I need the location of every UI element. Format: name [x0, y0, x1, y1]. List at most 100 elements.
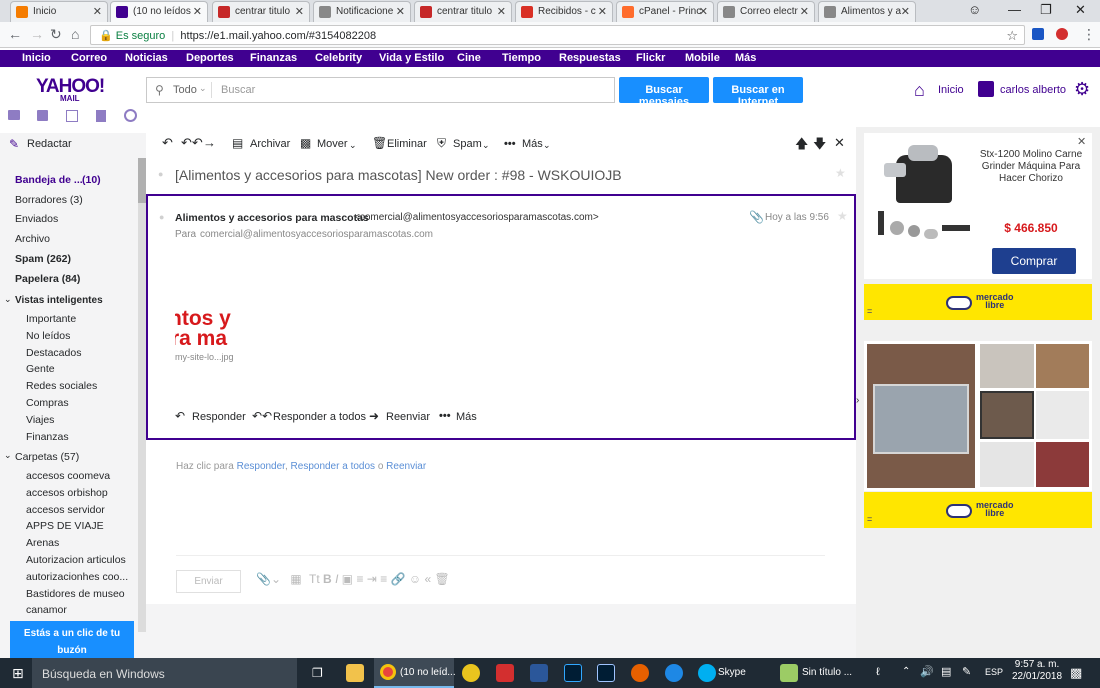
- yahoo-bar-link[interactable]: Cine: [457, 52, 481, 64]
- search-input[interactable]: Buscar: [221, 84, 255, 96]
- notifications-icon[interactable]: ▩: [1070, 665, 1082, 681]
- word-icon[interactable]: [530, 664, 548, 682]
- mail-icon[interactable]: [8, 110, 20, 120]
- folder-item[interactable]: Borradores (3): [15, 194, 83, 206]
- tab-close-icon[interactable]: ✕: [699, 5, 708, 18]
- tab-close-icon[interactable]: ✕: [598, 5, 607, 18]
- browser-tab[interactable]: Inicio ✕: [10, 1, 108, 22]
- home-link[interactable]: Inicio: [938, 84, 964, 96]
- delete-button[interactable]: Eliminar: [387, 138, 427, 150]
- user-name[interactable]: carlos alberto: [1000, 84, 1066, 96]
- move-button[interactable]: Mover: [317, 138, 348, 150]
- ad-product-title[interactable]: Stx-1200 Molino Carne Grinder Máquina Pa…: [976, 149, 1086, 185]
- lightroom-icon[interactable]: [597, 664, 615, 682]
- back-icon[interactable]: ←: [8, 26, 22, 42]
- smart-view-item[interactable]: Finanzas: [26, 431, 69, 443]
- ad-close-icon[interactable]: ✕: [1077, 135, 1086, 148]
- yahoo-bar-link[interactable]: Tiempo: [502, 52, 541, 64]
- ad-expand-icon[interactable]: ›: [856, 395, 859, 406]
- extension-red-icon[interactable]: [1056, 28, 1068, 40]
- folder-item[interactable]: Spam (262): [15, 253, 71, 265]
- collapse-icon[interactable]: «: [424, 572, 431, 586]
- browser-tab[interactable]: Alimentos y a ✕: [818, 1, 916, 22]
- edge-icon[interactable]: [665, 664, 683, 682]
- browser-tab[interactable]: Recibidos - c ✕: [515, 1, 613, 22]
- messenger-icon[interactable]: [124, 109, 137, 122]
- task-view-icon[interactable]: ❐: [312, 666, 323, 680]
- home-icon[interactable]: ⌂: [71, 26, 79, 42]
- compose-button[interactable]: Redactar: [27, 138, 72, 150]
- attachment-image[interactable]: ntos y ra ma: [175, 309, 237, 347]
- product-ad[interactable]: ✕ Stx-1200 Molino Carne Grinder Máquina …: [864, 133, 1092, 279]
- home-house-icon[interactable]: ⌂: [914, 80, 925, 101]
- custom-folder-item[interactable]: accesos orbishop: [26, 487, 108, 499]
- gallery-thumb-1[interactable]: [980, 344, 1034, 388]
- custom-folder-item[interactable]: accesos coomeva: [26, 470, 110, 482]
- tab-close-icon[interactable]: ✕: [193, 5, 202, 18]
- file-explorer-icon[interactable]: [346, 664, 364, 682]
- extension-icon[interactable]: [1032, 28, 1044, 40]
- next-message-icon[interactable]: 🡇: [813, 135, 826, 157]
- send-button[interactable]: Enviar: [176, 570, 241, 593]
- language-indicator[interactable]: ESP: [985, 667, 1003, 677]
- smart-view-item[interactable]: Destacados: [26, 347, 81, 359]
- volume-icon[interactable]: 🔊: [920, 665, 934, 678]
- tab-close-icon[interactable]: ✕: [497, 5, 506, 18]
- bookmark-star-icon[interactable]: ☆: [1006, 28, 1018, 44]
- message-star-icon[interactable]: ★: [837, 209, 848, 223]
- reply-all-icon[interactable]: ↶↶: [181, 135, 203, 151]
- app-yellow-icon[interactable]: [462, 664, 480, 682]
- sidebar-scrollbar[interactable]: [138, 158, 146, 632]
- smart-view-item[interactable]: Viajes: [26, 414, 54, 426]
- gallery-thumb-6[interactable]: [1036, 442, 1089, 487]
- smart-views-header[interactable]: Vistas inteligentes: [15, 295, 103, 306]
- browser-tab[interactable]: centrar titulo ✕: [414, 1, 512, 22]
- bullet-list-icon[interactable]: ≡: [356, 572, 363, 586]
- custom-folder-item[interactable]: APPS DE VIAJE: [26, 520, 104, 532]
- browser-tab[interactable]: Notificacione ✕: [313, 1, 411, 22]
- yahoo-bar-link[interactable]: Correo: [71, 52, 107, 64]
- search-mail-button[interactable]: Buscar mensajes: [619, 77, 709, 108]
- reply-icon[interactable]: ↶: [162, 135, 173, 151]
- yahoo-bar-link[interactable]: Finanzas: [250, 52, 297, 64]
- message-card[interactable]: ● Alimentos y accesorios para mascotas <…: [146, 194, 856, 440]
- smart-view-item[interactable]: Importante: [26, 313, 76, 325]
- scope-chevron-icon[interactable]: ⌄: [199, 83, 207, 94]
- tab-close-icon[interactable]: ✕: [396, 5, 405, 18]
- url-bar[interactable]: 🔒 Es seguro | https://e1.mail.yahoo.com/…: [90, 25, 1025, 45]
- custom-folder-item[interactable]: canamor: [26, 604, 67, 616]
- folder-item[interactable]: Archivo: [15, 233, 50, 245]
- app-red-icon[interactable]: [496, 664, 514, 682]
- reply-link[interactable]: Responder: [192, 411, 246, 423]
- previous-message-icon[interactable]: 🡅: [795, 135, 808, 157]
- browser-tab[interactable]: Correo electr ✕: [717, 1, 815, 22]
- spam-chevron-icon[interactable]: ⌄: [482, 140, 490, 151]
- folder-item[interactable]: Enviados: [15, 213, 58, 225]
- folder-item[interactable]: Bandeja de ...: [15, 174, 83, 186]
- maximize-icon[interactable]: ❐: [1040, 2, 1052, 18]
- align-icon[interactable]: ≡: [380, 572, 387, 586]
- bold-icon[interactable]: B: [323, 572, 332, 586]
- sender-name[interactable]: Alimentos y accesorios para mascotas: [175, 212, 369, 224]
- menu-icon[interactable]: ⋮: [1082, 26, 1096, 43]
- smart-view-item[interactable]: Gente: [26, 363, 55, 375]
- emoji-icon[interactable]: ☺: [409, 572, 421, 586]
- notepad-icon[interactable]: [96, 110, 106, 122]
- close-window-icon[interactable]: ✕: [1075, 2, 1086, 18]
- attach-icon[interactable]: 📎⌄: [256, 572, 281, 586]
- move-chevron-icon[interactable]: ⌄: [349, 140, 357, 151]
- browser-tab[interactable]: cPanel - Princ ✕: [616, 1, 714, 22]
- pen-icon[interactable]: ✎: [962, 665, 971, 678]
- stationery-icon[interactable]: ▦: [290, 572, 301, 586]
- more-button[interactable]: Más: [522, 138, 543, 150]
- yahoo-bar-link[interactable]: Inicio: [22, 52, 51, 64]
- tab-close-icon[interactable]: ✕: [901, 5, 910, 18]
- yahoo-bar-link[interactable]: Mobile: [685, 52, 720, 64]
- browser-tab[interactable]: centrar titulo ✕: [212, 1, 310, 22]
- text-color-icon[interactable]: ▣: [342, 572, 353, 586]
- qr-forward-link[interactable]: Reenviar: [386, 461, 426, 472]
- link-icon[interactable]: 🔗: [391, 572, 406, 586]
- smart-view-item[interactable]: Compras: [26, 397, 69, 409]
- indent-icon[interactable]: ⇥: [367, 572, 377, 586]
- tab-close-icon[interactable]: ✕: [800, 5, 809, 18]
